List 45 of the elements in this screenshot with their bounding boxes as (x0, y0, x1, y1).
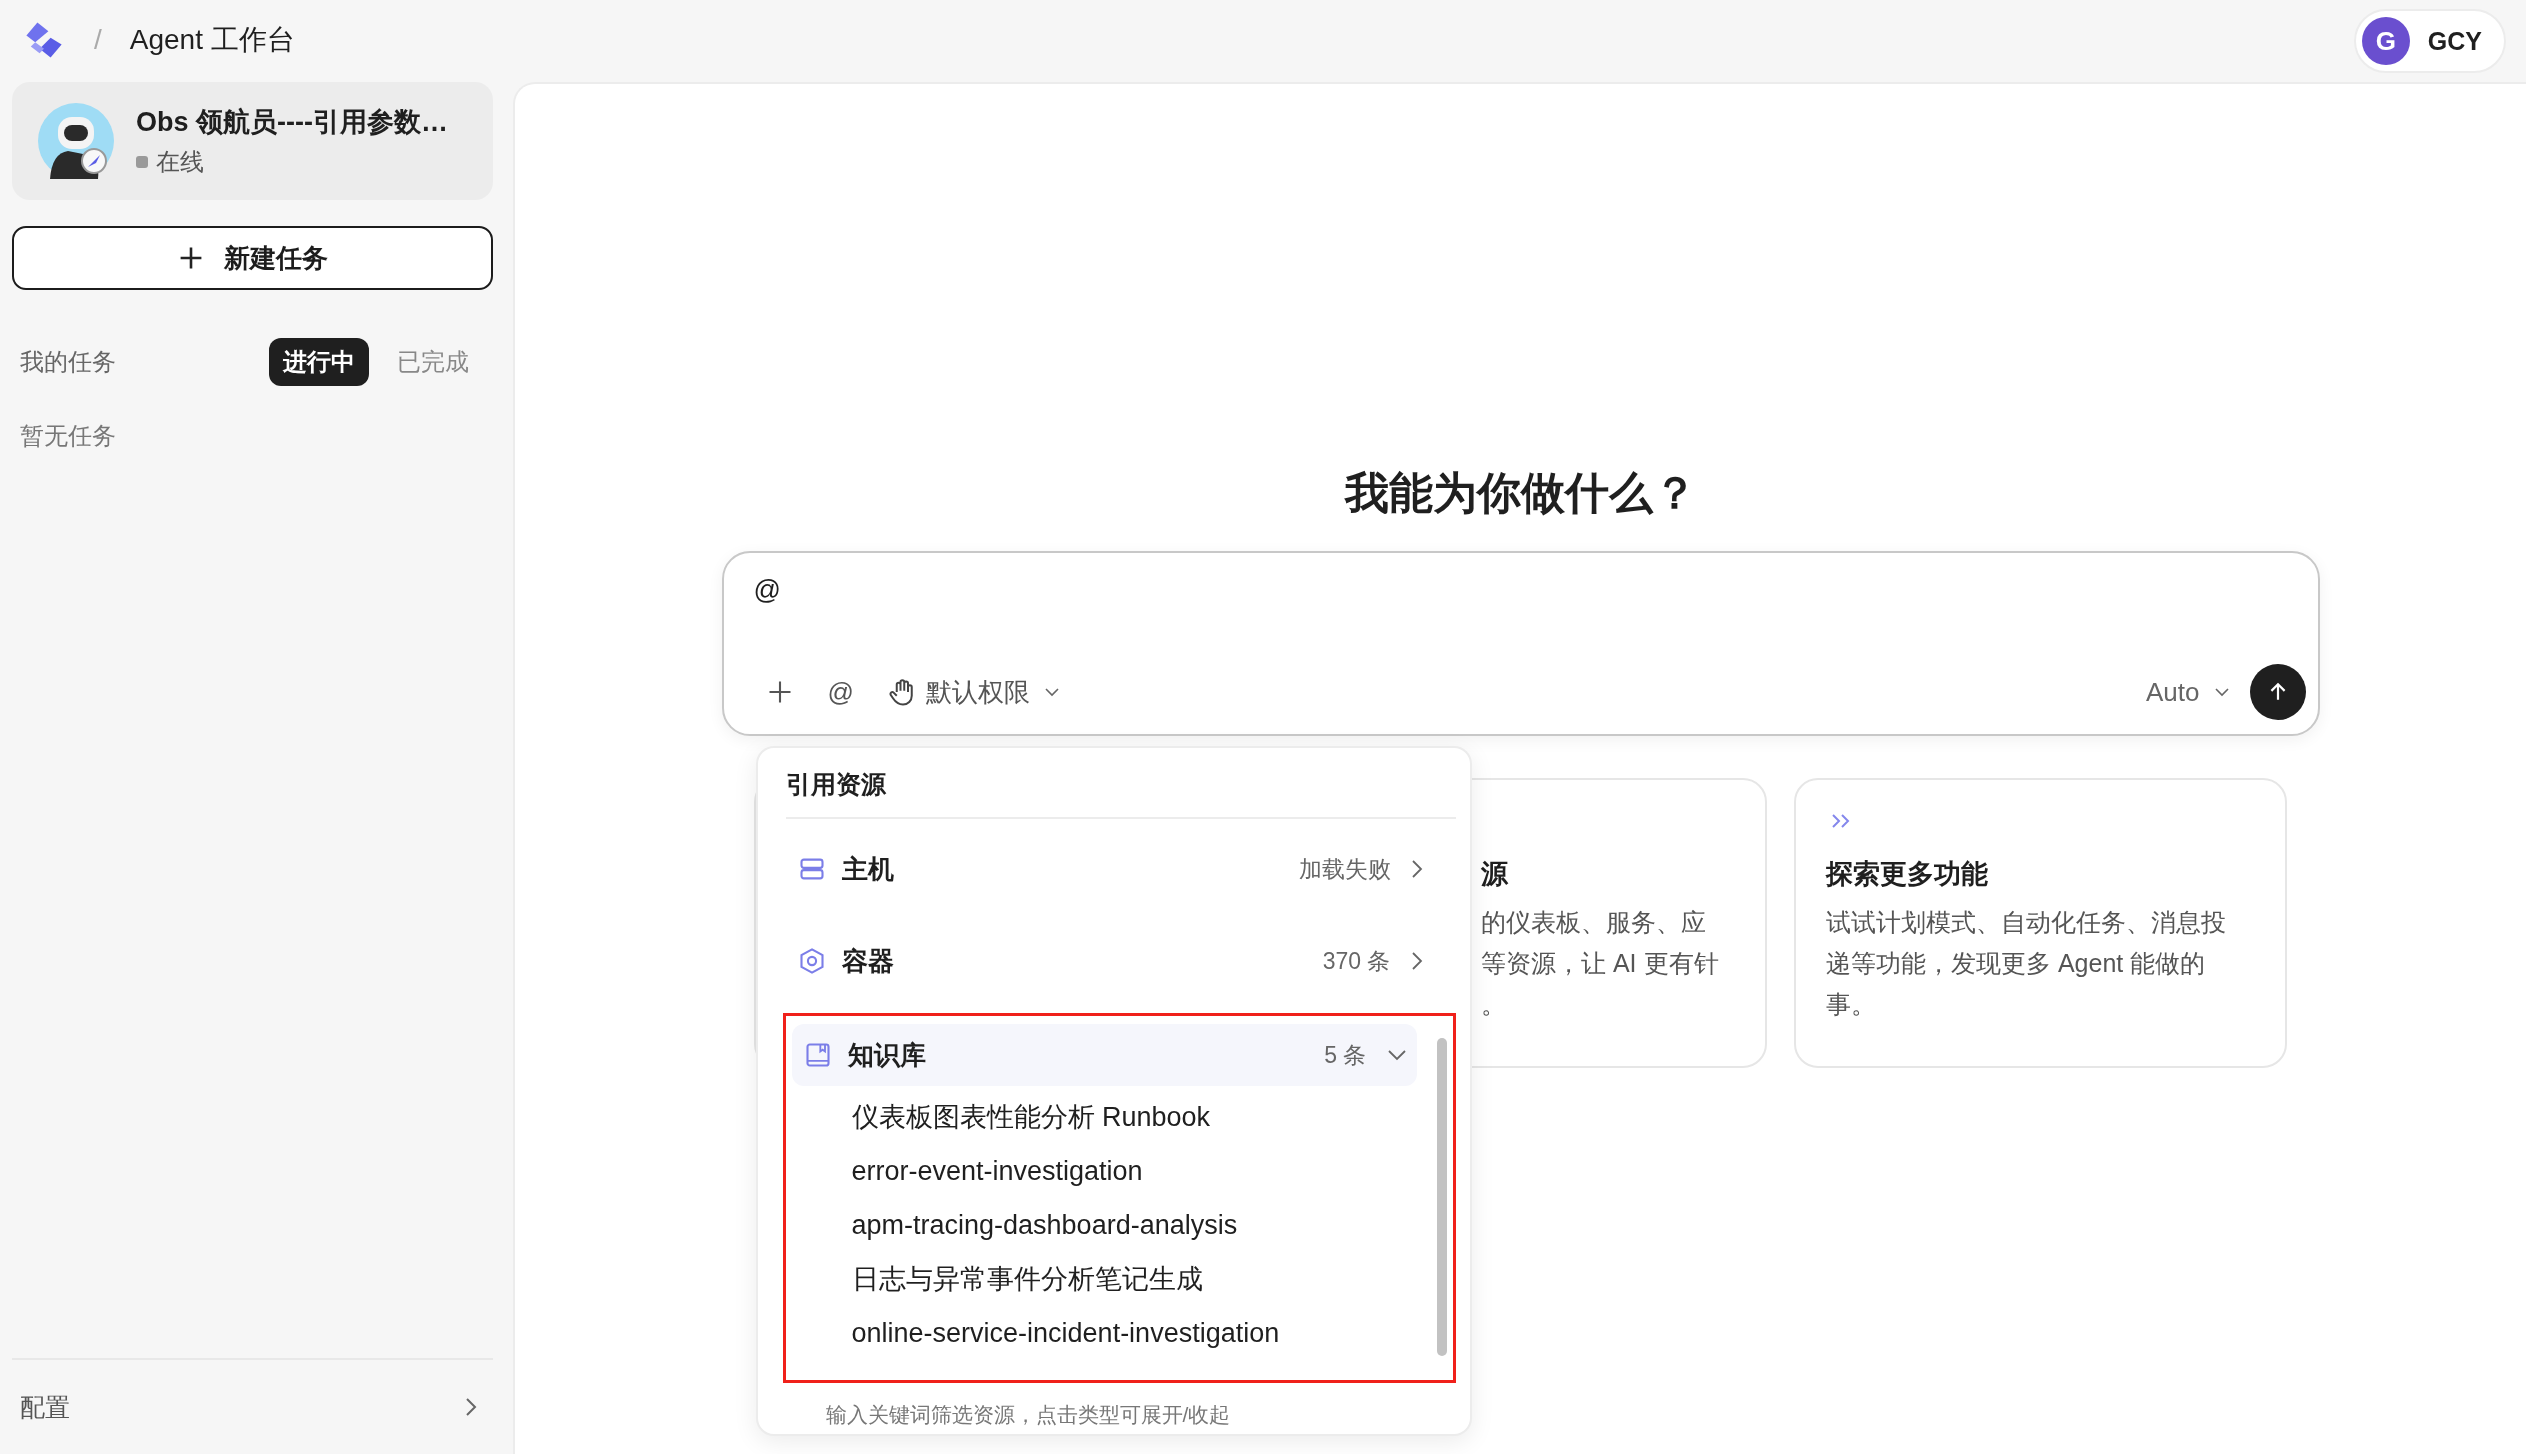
card-description: 的仪表板、服务、应 (1481, 907, 1706, 938)
agent-name: Obs 领航员----引用参数… (136, 106, 448, 139)
feature-card[interactable]: 探索更多功能 试试计划模式、自动化任务、消息投 递等功能，发现更多 Agent 能做的 事。 (1794, 778, 2287, 1068)
empty-message: 暂无任务 (19, 421, 117, 451)
card-description: 试试计划模式、自动化任务、消息投 (1826, 907, 2226, 938)
card-description: 事。 (1826, 989, 1876, 1020)
section-label: 我的任务 (20, 347, 116, 377)
chevron-right-icon (465, 1397, 477, 1417)
resource-category[interactable]: 知识库 5 条 (791, 1024, 1417, 1086)
chevron-right-icon (1410, 951, 1423, 971)
caret-icon (2213, 687, 2230, 697)
main-heading: 我能为你做什么？ (1344, 467, 1697, 519)
status-text: 在线 (156, 147, 204, 177)
user-avatar: G (2361, 17, 2410, 65)
chevron-down-icon (1386, 1049, 1407, 1061)
card-description: 递等功能，发现更多 Agent 能做的 (1826, 948, 2206, 979)
resource-item[interactable]: 日志与异常事件分析笔记生成 (851, 1252, 1203, 1306)
breadcrumb-separator: / (94, 24, 102, 56)
scrollbar[interactable] (1436, 1038, 1447, 1356)
mention-button[interactable]: @ (827, 676, 854, 708)
menu-title: 引用资源 (785, 769, 886, 800)
book-icon (803, 1041, 832, 1069)
user-name: GCY (2427, 26, 2482, 56)
menu-hint: 输入关键词筛选资源，点击类型可展开/收起 (824, 1402, 1232, 1428)
card-description: 等资源，让 AI 更有针 (1481, 948, 1719, 979)
filter-tab[interactable]: 进行中 (269, 338, 369, 386)
card-title: 探索更多功能 (1826, 858, 1988, 891)
avatar-icon (38, 103, 114, 179)
permission-dropdown[interactable]: 默认权限 (887, 674, 1060, 710)
settings-item[interactable]: 配置 (12, 1358, 493, 1454)
resource-item[interactable]: online-service-incident-investigation (851, 1306, 1280, 1360)
model-dropdown[interactable]: Auto (2146, 676, 2230, 708)
agent-card[interactable]: Obs 领航员----引用参数… 在线 (12, 82, 493, 200)
app-title: Agent 工作台 (129, 23, 295, 57)
resource-item[interactable]: apm-tracing-dashboard-analysis (851, 1198, 1238, 1252)
caret-icon (1043, 687, 1060, 697)
hexagon-icon (797, 947, 826, 975)
card-description: 。 (1481, 989, 1506, 1020)
chevron-right-icon (1410, 859, 1423, 879)
resource-item[interactable]: 仪表板图表性能分析 Runbook (851, 1090, 1211, 1144)
prompt-input[interactable]: @ @ 默认权限 Auto (721, 551, 2320, 736)
user-chip[interactable]: G GCY (2353, 9, 2506, 73)
new-task-button[interactable]: 新建任务 (12, 226, 493, 290)
resource-item[interactable]: error-event-investigation (851, 1144, 1143, 1198)
card-title: 源 (1481, 858, 1508, 891)
